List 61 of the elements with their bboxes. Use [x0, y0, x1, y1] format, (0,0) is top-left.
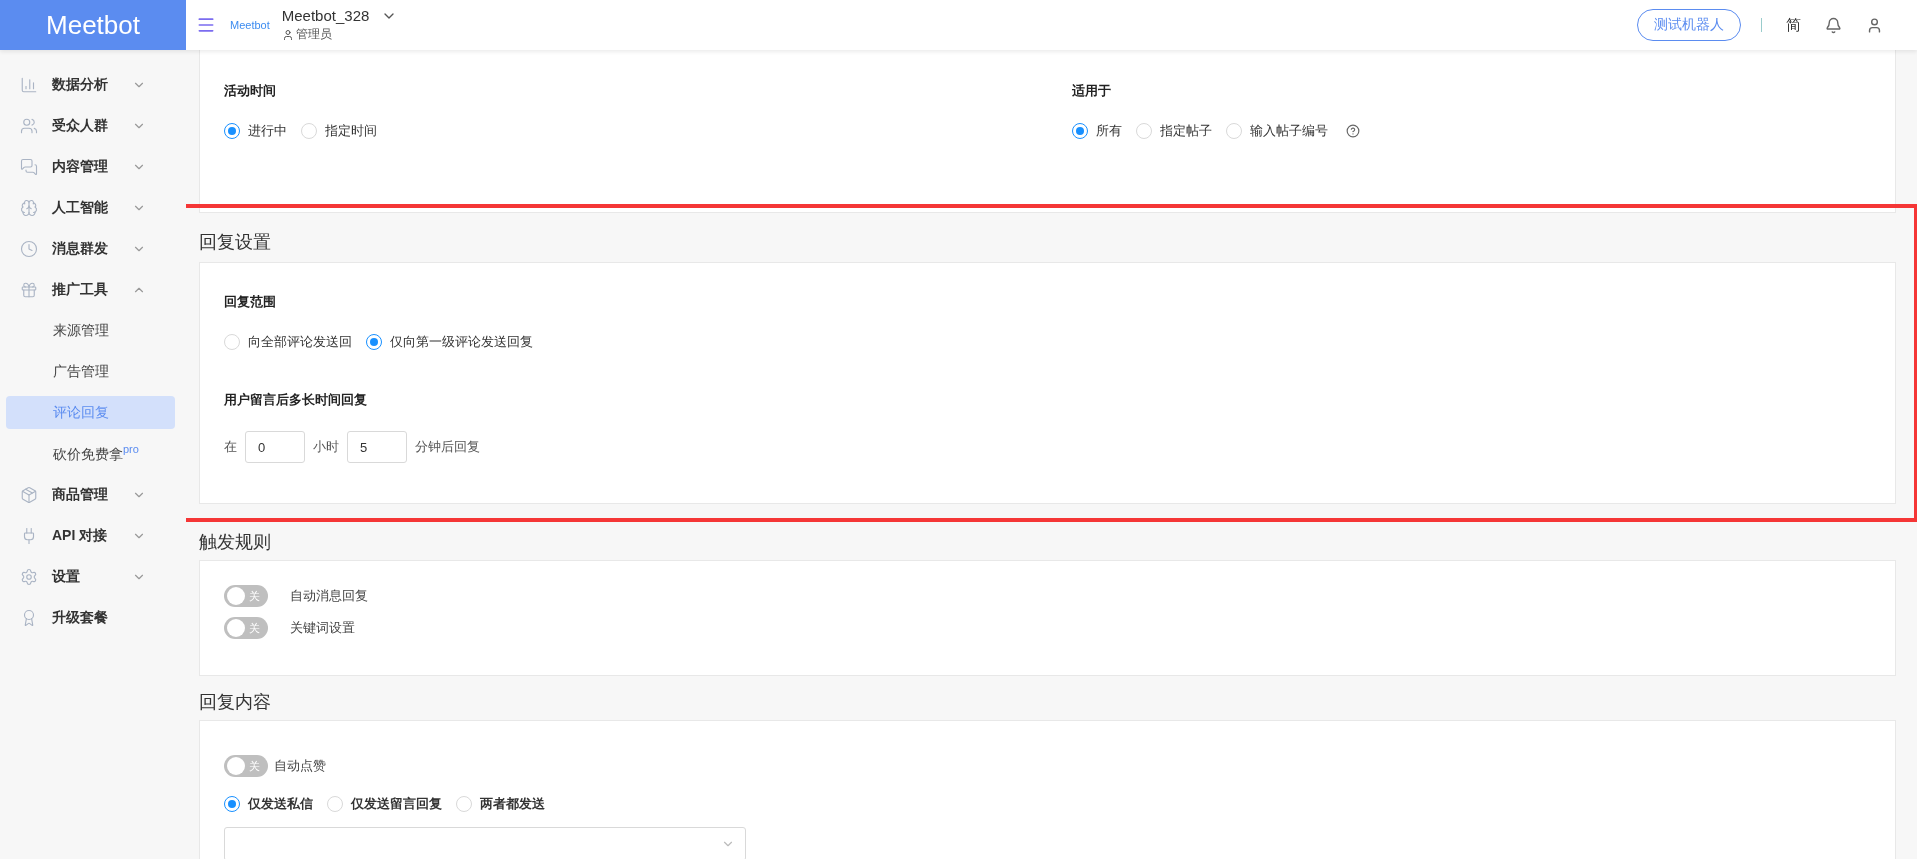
radio-option[interactable]: 向全部评论发送回	[224, 333, 352, 351]
radio-button[interactable]	[366, 334, 382, 350]
field-label: 活动时间	[224, 82, 277, 100]
section-title: 触发规则	[199, 531, 272, 554]
sidebar-item[interactable]: 商品管理	[0, 474, 186, 515]
clock-icon	[20, 239, 38, 258]
radio-button[interactable]	[1071, 123, 1088, 139]
sidebar-item[interactable]: 数据分析	[0, 64, 186, 105]
language-link[interactable]: 简	[1786, 15, 1801, 35]
field-label: 适用于	[1071, 82, 1112, 100]
field-label: 回复范围	[224, 293, 277, 311]
small-logo: Meetbot	[230, 19, 270, 31]
toggle-label: 关键词设置	[290, 619, 355, 637]
logo: Meetbot	[0, 0, 186, 50]
box-icon	[20, 485, 38, 504]
sidebar-item[interactable]: API 对接	[0, 515, 186, 556]
radio-option[interactable]: 仅发送留言回复	[327, 795, 442, 813]
radio-option[interactable]: 指定时间	[301, 122, 377, 140]
radio-option[interactable]: 所有	[1071, 122, 1122, 140]
help-icon[interactable]	[1345, 124, 1360, 138]
delay-prefix: 在	[224, 438, 237, 456]
sidebar-item[interactable]: 人工智能	[0, 187, 186, 228]
hours-field[interactable]: 0	[245, 431, 305, 463]
sidebar-item[interactable]: 受众人群	[0, 105, 186, 146]
toggle-label: 自动点赞	[274, 757, 326, 775]
hours-unit: 小时	[313, 438, 339, 456]
radio-option[interactable]: 仅向第一级评论发送回复	[366, 333, 533, 351]
radio-option[interactable]: 指定帖子	[1135, 122, 1212, 140]
radio-button[interactable]	[224, 123, 240, 139]
minutes-field[interactable]: 5	[347, 431, 407, 463]
user-icon	[281, 28, 294, 41]
radio-option[interactable]: 仅发送私信	[224, 795, 313, 813]
sidebar-subitem[interactable]: 广告管理	[6, 355, 175, 388]
people-icon	[20, 116, 38, 135]
radio-option[interactable]: 两者都发送	[456, 795, 545, 813]
sidebar-item[interactable]: 推广工具	[0, 269, 186, 310]
account-name[interactable]: Meetbot_328	[281, 7, 370, 24]
settings-icon	[20, 567, 38, 586]
sidebar-subitem[interactable]: 砍价免费拿$^{pro}$	[6, 437, 175, 470]
section-title: 回复内容	[199, 691, 272, 714]
gift-icon	[20, 280, 38, 299]
sidebar-item[interactable]: 内容管理	[0, 146, 186, 187]
delay-suffix: 分钟后回复	[415, 438, 480, 456]
bell-icon[interactable]	[1825, 16, 1842, 34]
menu-icon[interactable]	[196, 15, 216, 35]
sidebar-subitem[interactable]: 来源管理	[6, 314, 175, 347]
radio-option[interactable]: 进行中	[224, 122, 287, 140]
chat-icon	[20, 157, 38, 176]
section-title: 回复设置	[199, 231, 272, 254]
chart-icon	[20, 75, 38, 94]
radio-button[interactable]	[224, 796, 240, 812]
role-label: 管理员	[295, 26, 332, 43]
sidebar-item[interactable]: 设置	[0, 556, 186, 597]
head-icon	[20, 198, 38, 217]
user-icon[interactable]	[1866, 16, 1883, 34]
sidebar-item[interactable]: 升级套餐	[0, 597, 186, 638]
field-label: 用户留言后多长时间回复	[224, 391, 368, 409]
sidebar-item[interactable]: 消息群发	[0, 228, 186, 269]
select-field[interactable]	[224, 827, 746, 859]
toggle-label: 自动消息回复	[290, 587, 368, 605]
radio-option[interactable]: 输入帖子编号	[1225, 122, 1328, 140]
